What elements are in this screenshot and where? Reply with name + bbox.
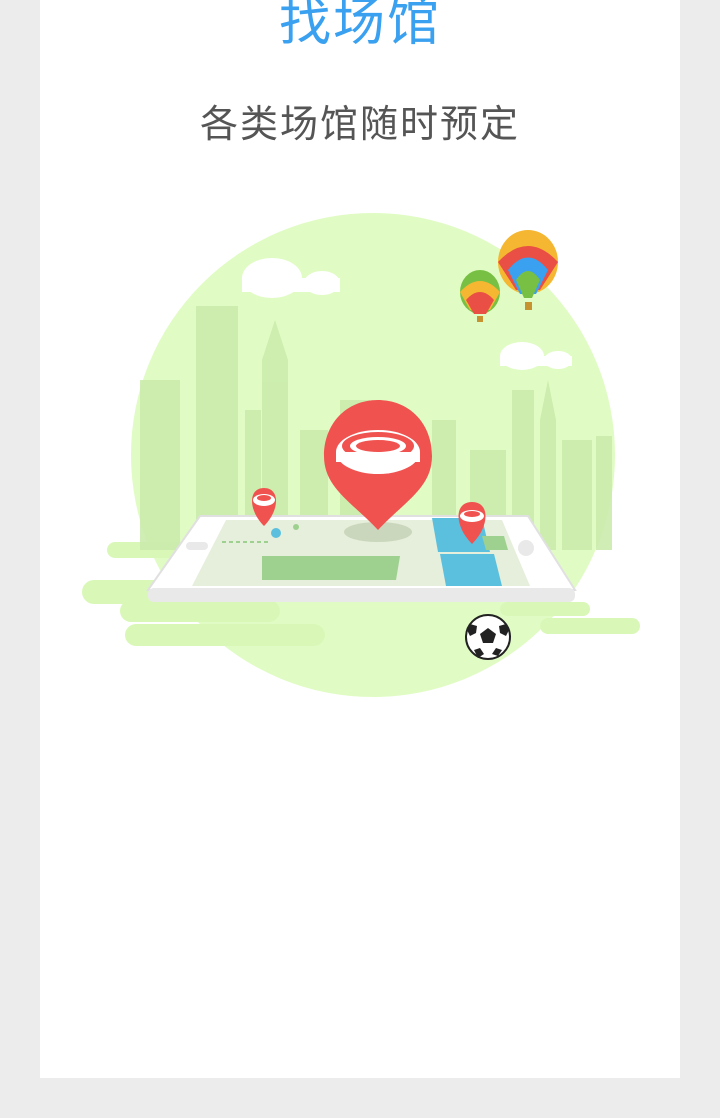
venue-finder-illustration (82, 213, 640, 697)
soccer-ball-icon (465, 614, 511, 660)
stadium-icon (336, 430, 420, 474)
